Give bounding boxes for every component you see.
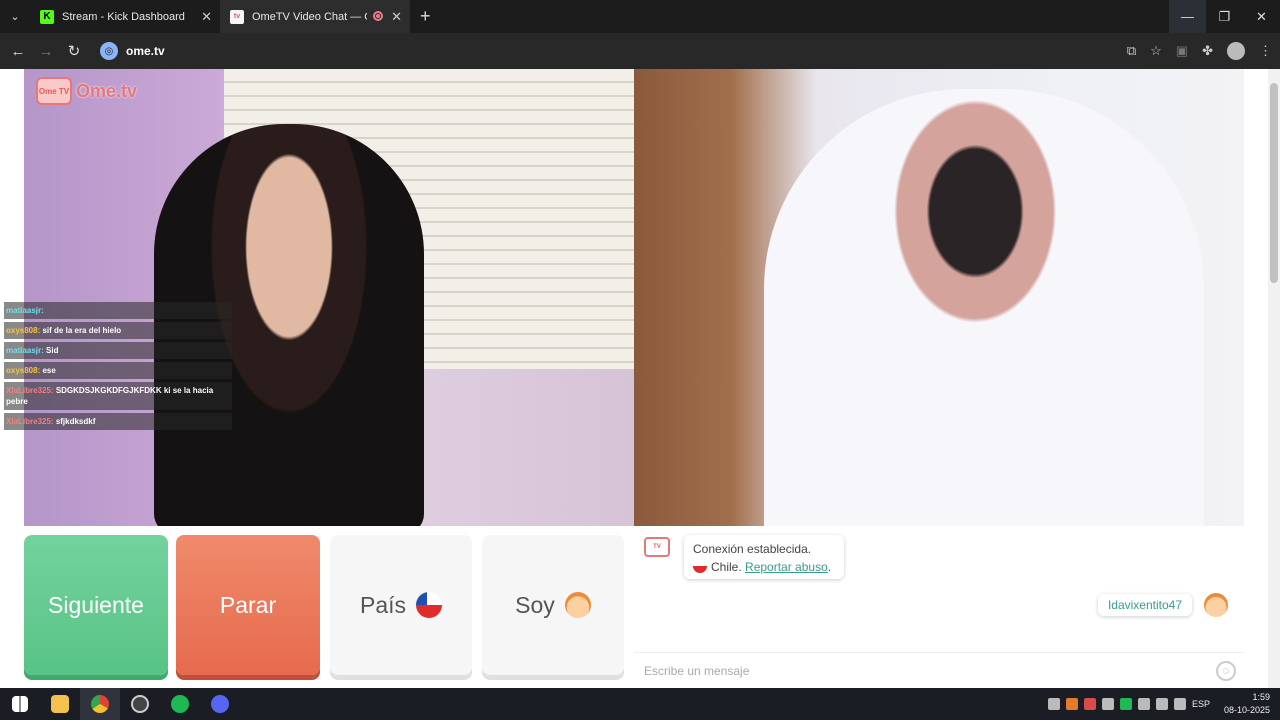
file-explorer-icon[interactable] xyxy=(40,688,80,720)
chat-username: oxys808: xyxy=(6,366,41,375)
close-window-icon[interactable]: ✕ xyxy=(1243,0,1280,33)
tray-chrome-icon[interactable] xyxy=(1101,698,1114,710)
system-message: Conexión establecida. Chile. Reportar ab… xyxy=(684,535,844,579)
next-button[interactable]: Siguiente xyxy=(24,535,168,675)
chrome-icon[interactable] xyxy=(80,688,120,720)
local-video: Ome TV Ome.tv xyxy=(24,69,634,526)
stream-chat-message: matiaasjr: xyxy=(4,302,232,319)
spotify-icon[interactable] xyxy=(160,688,200,720)
tab-search-icon[interactable]: ⌄ xyxy=(0,0,30,33)
message-input[interactable]: Escribe un mensaje xyxy=(634,652,1244,688)
close-tab-icon[interactable]: ✕ xyxy=(201,9,212,25)
next-label: Siguiente xyxy=(48,591,144,618)
logo-tv-icon: Ome TV xyxy=(36,77,72,105)
tab-ometv[interactable]: tv OmeTV Video Chat — Ome ✕ xyxy=(220,0,410,33)
page-scrollbar[interactable] xyxy=(1268,69,1280,688)
country-button[interactable]: País xyxy=(330,535,472,675)
connection-status: Conexión establecida. xyxy=(693,542,812,556)
volume-icon[interactable] xyxy=(1155,698,1168,710)
chat-text: sif de la era del hielo xyxy=(42,326,122,335)
language-indicator[interactable]: ESP xyxy=(1192,699,1210,709)
tab-title: OmeTV Video Chat — Ome xyxy=(252,10,367,23)
boy-face-icon xyxy=(564,592,591,618)
chat-text: sfjkdksdkf xyxy=(55,417,96,426)
chat-panel: TV Conexión establecida. Chile. Reportar… xyxy=(634,527,1244,688)
clock[interactable]: 1:59 08-10-2025 xyxy=(1224,691,1270,717)
new-tab-icon[interactable]: + xyxy=(420,6,431,27)
gender-button[interactable]: Soy xyxy=(482,535,624,675)
stream-chat-message: oxys808: sif de la era del hielo xyxy=(4,322,232,339)
logo-text: Ome.tv xyxy=(76,80,138,101)
chat-username: matiaasjr: xyxy=(6,346,44,355)
chile-flag-icon xyxy=(693,559,707,573)
network-icon[interactable] xyxy=(1137,698,1150,710)
url-field[interactable]: ◎ ome.tv xyxy=(100,42,165,60)
restore-icon[interactable]: ❐ xyxy=(1206,0,1243,33)
ometv-icon: tv xyxy=(230,9,244,24)
stream-chat-message: oxys808: ese xyxy=(4,362,232,379)
stop-label: Parar xyxy=(219,591,277,618)
stream-chat-message: matiaasjr: Sid xyxy=(4,342,232,359)
tray-discord-icon[interactable] xyxy=(1047,698,1060,710)
minimize-icon[interactable]: — xyxy=(1169,0,1206,33)
report-abuse-link[interactable]: Reportar abuso xyxy=(745,560,828,574)
obs-icon[interactable] xyxy=(120,688,160,720)
tab-strip: ⌄ K Stream - Kick Dashboard ✕ tv OmeTV V… xyxy=(0,0,1280,33)
ometv-logo: Ome TV Ome.tv xyxy=(36,77,137,105)
stream-chat-overlay: matiaasjr: oxys808: sif de la era del hi… xyxy=(4,302,232,433)
profile-avatar[interactable] xyxy=(1227,42,1245,60)
user-face-icon xyxy=(1204,593,1228,617)
windows-start-icon[interactable] xyxy=(0,688,40,720)
kick-icon: K xyxy=(40,9,54,24)
report-period: . xyxy=(827,560,832,574)
stream-chat-message: XlaLibre325: sfjkdksdkf xyxy=(4,413,232,430)
remote-person xyxy=(764,89,1204,526)
country-line: Chile. Reportar abuso. xyxy=(693,558,835,576)
scroll-thumb[interactable] xyxy=(1270,83,1278,283)
stop-button[interactable]: Parar xyxy=(176,535,320,675)
gender-label: Soy xyxy=(515,591,555,618)
ometv-page: Ome TV Ome.tv matiaasjr: oxys808: sif de… xyxy=(0,69,1280,688)
tray-app-icon[interactable] xyxy=(1065,698,1078,710)
tray-mic-icon[interactable] xyxy=(1083,698,1096,710)
window-controls: — ❐ ✕ xyxy=(1169,0,1280,33)
back-icon[interactable]: ← xyxy=(4,43,32,60)
clock-date: 08-10-2025 xyxy=(1223,705,1270,715)
reload-icon[interactable]: ↻ xyxy=(60,42,88,60)
url-text: ome.tv xyxy=(126,44,165,58)
chat-username: oxys808: xyxy=(6,326,41,335)
country-label: País xyxy=(359,591,407,618)
tab-title: Stream - Kick Dashboard xyxy=(62,10,185,23)
taskbar: ESP 1:59 08-10-2025 xyxy=(0,688,1280,720)
chat-username: XlaLibre325: xyxy=(6,386,54,395)
system-tray: ESP 1:59 08-10-2025 xyxy=(1047,688,1280,720)
address-bar: ← → ↻ ◎ ome.tv ⧉ ☆ ▣ ✤ ⋮ xyxy=(0,33,1280,69)
user-tag-bubble: Idavixentito47 xyxy=(1097,594,1192,616)
remote-video xyxy=(634,69,1244,526)
discord-icon[interactable] xyxy=(200,688,240,720)
menu-icon[interactable]: ⋮ xyxy=(1259,43,1272,59)
stream-chat-message: XlaLibre325: SDGKDSJKGKDFGJKFDKK ki se l… xyxy=(4,382,232,410)
recording-icon xyxy=(373,11,383,21)
chile-flag-icon xyxy=(416,592,443,618)
clock-time: 1:59 xyxy=(1252,692,1270,702)
forward-icon[interactable]: → xyxy=(32,43,60,60)
site-info-icon[interactable]: ◎ xyxy=(100,42,118,60)
close-tab-icon[interactable]: ✕ xyxy=(391,9,402,25)
country-name: Chile. xyxy=(711,560,742,574)
extensions-icon[interactable]: ✤ xyxy=(1202,43,1213,59)
toolbar-icons: ⧉ ☆ ▣ ✤ ⋮ xyxy=(1127,33,1272,69)
tray-spotify-icon[interactable] xyxy=(1119,698,1132,710)
ometv-system-icon: TV xyxy=(644,537,670,557)
chat-username: matiaasjr: xyxy=(6,306,44,315)
chat-username: XlaLibre325: xyxy=(6,417,54,426)
microphone-icon[interactable] xyxy=(1173,698,1186,710)
chat-text: ese xyxy=(42,366,56,375)
cast-icon[interactable]: ⧉ xyxy=(1127,43,1136,59)
chat-text: Sid xyxy=(46,346,59,355)
bookmark-star-icon[interactable]: ☆ xyxy=(1150,43,1162,59)
sidebar-icon[interactable]: ▣ xyxy=(1176,43,1188,59)
emoji-icon[interactable]: ☺ xyxy=(1216,661,1236,681)
tab-kick-dashboard[interactable]: K Stream - Kick Dashboard ✕ xyxy=(30,0,220,33)
